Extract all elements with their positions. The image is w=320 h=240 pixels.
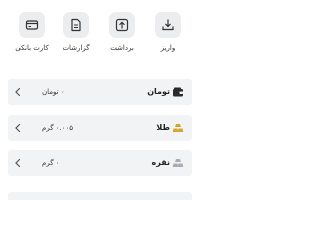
gold-name: طلا: [156, 123, 170, 132]
chevron-left-icon: [15, 158, 21, 168]
gold-balance: ۰.۰۰۵ گرم: [42, 124, 74, 132]
deposit-button[interactable]: واریز: [146, 12, 190, 64]
bank-card-label: کارت بانکی: [15, 44, 49, 52]
wallet-row-gold[interactable]: ۰.۰۰۵ گرم طلا: [8, 115, 192, 141]
chevron-left-icon: [15, 123, 21, 133]
silver-name: نقره: [151, 158, 170, 167]
download-icon: [155, 12, 181, 38]
chevron-left-icon: [15, 87, 21, 97]
action-bar: کارت بانکی گزارشات برداشت واریز: [10, 12, 190, 64]
wallet-row-silver[interactable]: ۰ گرم نقره: [8, 150, 192, 176]
withdraw-label: برداشت: [110, 44, 134, 52]
bank-card-button[interactable]: کارت بانکی: [10, 12, 54, 64]
reports-button[interactable]: گزارشات: [54, 12, 98, 64]
silver-balance: ۰ گرم: [42, 159, 60, 167]
wallet-icon: [173, 87, 183, 97]
toman-name: تومان: [147, 87, 170, 96]
toman-balance: ۰ تومان: [42, 88, 65, 96]
reports-label: گزارشات: [62, 44, 90, 52]
next-wallet-row-partial: [8, 192, 192, 200]
report-icon: [63, 12, 89, 38]
silver-bars-icon: [172, 159, 184, 167]
card-icon: [19, 12, 45, 38]
wallet-row-toman[interactable]: ۰ تومان تومان: [8, 79, 192, 105]
deposit-label: واریز: [160, 44, 176, 52]
upload-icon: [109, 12, 135, 38]
withdraw-button[interactable]: برداشت: [100, 12, 144, 64]
gold-bars-icon: [172, 124, 184, 132]
